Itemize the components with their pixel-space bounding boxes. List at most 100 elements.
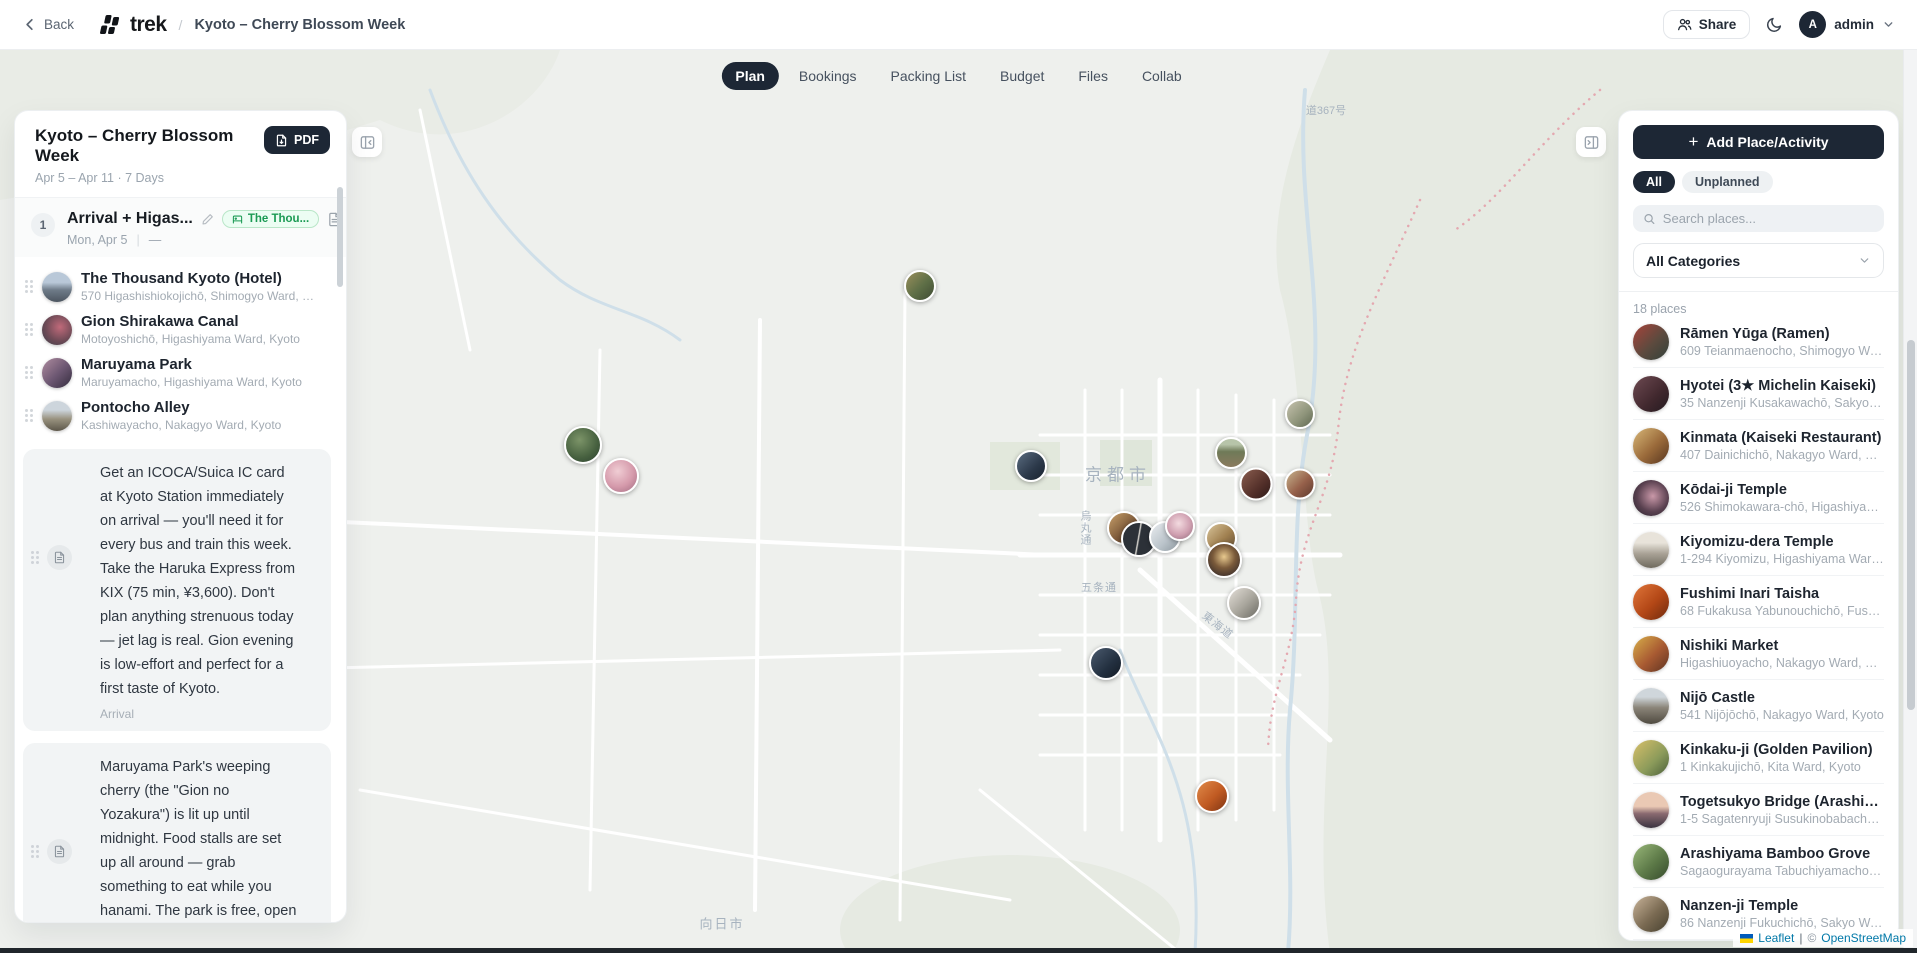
edit-icon[interactable] bbox=[201, 213, 214, 226]
tab[interactable]: Packing List bbox=[877, 62, 980, 90]
place-thumbnail bbox=[1633, 792, 1669, 828]
place-address: 35 Nanzenji Kusakawachō, Sakyo Ward, ... bbox=[1680, 396, 1884, 410]
map-photo-marker[interactable] bbox=[1215, 437, 1247, 469]
map-photo-marker[interactable] bbox=[1015, 450, 1047, 482]
plus-icon: + bbox=[1688, 132, 1698, 152]
map-place-label: 道367号 bbox=[1306, 102, 1346, 118]
library-place-row[interactable]: Arashiyama Bamboo Grove Sagaogurayama Ta… bbox=[1633, 836, 1884, 888]
tab[interactable]: Budget bbox=[986, 62, 1058, 90]
drag-handle[interactable] bbox=[25, 409, 33, 422]
map-photo-marker[interactable] bbox=[564, 426, 602, 464]
logo-wordmark: trek bbox=[130, 13, 167, 37]
filter-pill[interactable]: All bbox=[1633, 171, 1675, 193]
place-address: 1-294 Kiyomizu, Higashiyama Ward, Kyoto bbox=[1680, 552, 1884, 566]
place-name: Gion Shirakawa Canal bbox=[81, 313, 300, 330]
itinerary-place-row[interactable]: Gion Shirakawa Canal Motoyoshichō, Higas… bbox=[15, 308, 346, 351]
library-place-row[interactable]: Kinmata (Kaiseki Restaurant) 407 Dainich… bbox=[1633, 420, 1884, 472]
place-address: Maruyamacho, Higashiyama Ward, Kyoto bbox=[81, 375, 302, 389]
add-place-label: Add Place/Activity bbox=[1706, 134, 1828, 150]
drag-handle[interactable] bbox=[31, 551, 39, 564]
library-place-row[interactable]: Nijō Castle 541 Nijōjōchō, Nakagyo Ward,… bbox=[1633, 680, 1884, 732]
leaflet-link[interactable]: Leaflet bbox=[1758, 931, 1794, 945]
map-place-label: 烏丸通 bbox=[1077, 510, 1093, 546]
place-address: 609 Teianmaenocho, Shimogyo Ward, Ky... bbox=[1680, 344, 1884, 358]
tab[interactable]: Files bbox=[1064, 62, 1122, 90]
map-photo-marker[interactable] bbox=[1240, 468, 1273, 501]
search-input[interactable] bbox=[1663, 211, 1874, 226]
place-thumbnail bbox=[1633, 844, 1669, 880]
place-name: Kiyomizu-dera Temple bbox=[1680, 534, 1884, 550]
place-thumbnail bbox=[42, 358, 72, 388]
collapse-right-panel-button[interactable] bbox=[1576, 127, 1606, 157]
map-photo-marker[interactable] bbox=[1206, 542, 1242, 578]
share-button[interactable]: Share bbox=[1663, 10, 1751, 39]
bed-icon bbox=[232, 214, 243, 225]
osm-link[interactable]: OpenStreetMap bbox=[1821, 931, 1906, 945]
map-photo-marker[interactable] bbox=[1089, 646, 1123, 680]
library-place-row[interactable]: Kinkaku-ji (Golden Pavilion) 1 Kinkakuji… bbox=[1633, 732, 1884, 784]
itinerary-header: Kyoto – Cherry Blossom Week Apr 5 – Apr … bbox=[15, 111, 346, 198]
category-selected-value: All Categories bbox=[1646, 253, 1740, 269]
tab[interactable]: Collab bbox=[1128, 62, 1196, 90]
day-row[interactable]: 1 Arrival + Higas... The Thou... Mon, Ap… bbox=[15, 198, 346, 257]
pdf-export-button[interactable]: PDF bbox=[264, 126, 330, 154]
add-place-button[interactable]: + Add Place/Activity bbox=[1633, 125, 1884, 159]
library-place-row[interactable]: Kōdai-ji Temple 526 Shimokawara-chō, Hig… bbox=[1633, 472, 1884, 524]
theme-toggle-button[interactable] bbox=[1766, 16, 1783, 33]
place-name: Kōdai-ji Temple bbox=[1680, 482, 1884, 498]
place-address: Higashiuoyacho, Nakagyo Ward, Kyoto bbox=[1680, 656, 1884, 670]
place-name: Hyotei (3★ Michelin Kaiseki) bbox=[1680, 378, 1884, 394]
filter-pill[interactable]: Unplanned bbox=[1682, 171, 1773, 193]
map-photo-marker[interactable] bbox=[904, 270, 936, 302]
place-name: Kinkaku-ji (Golden Pavilion) bbox=[1680, 742, 1873, 758]
tab[interactable]: Plan bbox=[721, 62, 779, 90]
category-select[interactable]: All Categories bbox=[1633, 243, 1884, 278]
search-icon bbox=[1643, 212, 1656, 226]
note-card[interactable]: Get an ICOCA/Suica IC card at Kyoto Stat… bbox=[23, 449, 331, 731]
map-photo-marker[interactable] bbox=[603, 458, 639, 494]
library-place-row[interactable]: Hyotei (3★ Michelin Kaiseki) 35 Nanzenji… bbox=[1633, 368, 1884, 420]
back-button[interactable]: Back bbox=[22, 17, 74, 32]
trek-logo-icon bbox=[100, 14, 122, 36]
place-thumbnail bbox=[42, 272, 72, 302]
place-thumbnail bbox=[1633, 584, 1669, 620]
library-place-row[interactable]: Kiyomizu-dera Temple 1-294 Kiyomizu, Hig… bbox=[1633, 524, 1884, 576]
drag-handle[interactable] bbox=[25, 366, 33, 379]
collapse-left-panel-button[interactable] bbox=[352, 127, 382, 157]
place-name: Arashiyama Bamboo Grove bbox=[1680, 846, 1884, 862]
drag-handle[interactable] bbox=[31, 845, 39, 858]
place-address: 68 Fukakusa Yabunouchichō, Fushimi Wa... bbox=[1680, 604, 1884, 618]
place-thumbnail bbox=[42, 315, 72, 345]
note-card[interactable]: Maruyama Park's weeping cherry (the "Gio… bbox=[23, 743, 331, 923]
map-photo-marker[interactable] bbox=[1285, 469, 1316, 500]
tab[interactable]: Bookings bbox=[785, 62, 871, 90]
map-photo-marker[interactable] bbox=[1285, 399, 1315, 429]
file-download-icon bbox=[275, 134, 288, 147]
trek-logo[interactable]: trek bbox=[100, 13, 167, 37]
hotel-badge[interactable]: The Thou... bbox=[222, 210, 319, 228]
library-place-row[interactable]: Fushimi Inari Taisha 68 Fukakusa Yabunou… bbox=[1633, 576, 1884, 628]
place-name: Rāmen Yūga (Ramen) bbox=[1680, 326, 1884, 342]
user-menu[interactable]: A admin bbox=[1799, 11, 1895, 38]
place-name: Nishiki Market bbox=[1680, 638, 1884, 654]
map-photo-marker[interactable] bbox=[1165, 511, 1195, 541]
map-photo-marker[interactable] bbox=[1195, 779, 1229, 813]
place-name: Pontocho Alley bbox=[81, 399, 281, 416]
place-thumbnail bbox=[1633, 480, 1669, 516]
library-place-row[interactable]: Nishiki Market Higashiuoyacho, Nakagyo W… bbox=[1633, 628, 1884, 680]
itinerary-scrollbar-thumb[interactable] bbox=[337, 187, 343, 287]
place-address: 541 Nijōjōchō, Nakagyo Ward, Kyoto bbox=[1680, 708, 1884, 722]
page-scrollbar-track[interactable] bbox=[1903, 50, 1917, 953]
library-place-row[interactable]: Rāmen Yūga (Ramen) 609 Teianmaenocho, Sh… bbox=[1633, 316, 1884, 368]
drag-handle[interactable] bbox=[25, 280, 33, 293]
day-date-suffix: — bbox=[149, 233, 162, 247]
page-scrollbar-thumb[interactable] bbox=[1907, 340, 1915, 710]
back-label: Back bbox=[44, 17, 74, 32]
map-photo-marker[interactable] bbox=[1227, 586, 1261, 620]
itinerary-place-row[interactable]: The Thousand Kyoto (Hotel) 570 Higashish… bbox=[15, 265, 346, 308]
drag-handle[interactable] bbox=[25, 323, 33, 336]
itinerary-place-row[interactable]: Maruyama Park Maruyamacho, Higashiyama W… bbox=[15, 351, 346, 394]
library-place-row[interactable]: Togetsukyo Bridge (Arashiyama) 1-5 Sagat… bbox=[1633, 784, 1884, 836]
day-title: Arrival + Higas... bbox=[67, 210, 193, 228]
itinerary-place-row[interactable]: Pontocho Alley Kashiwayacho, Nakagyo War… bbox=[15, 394, 346, 437]
